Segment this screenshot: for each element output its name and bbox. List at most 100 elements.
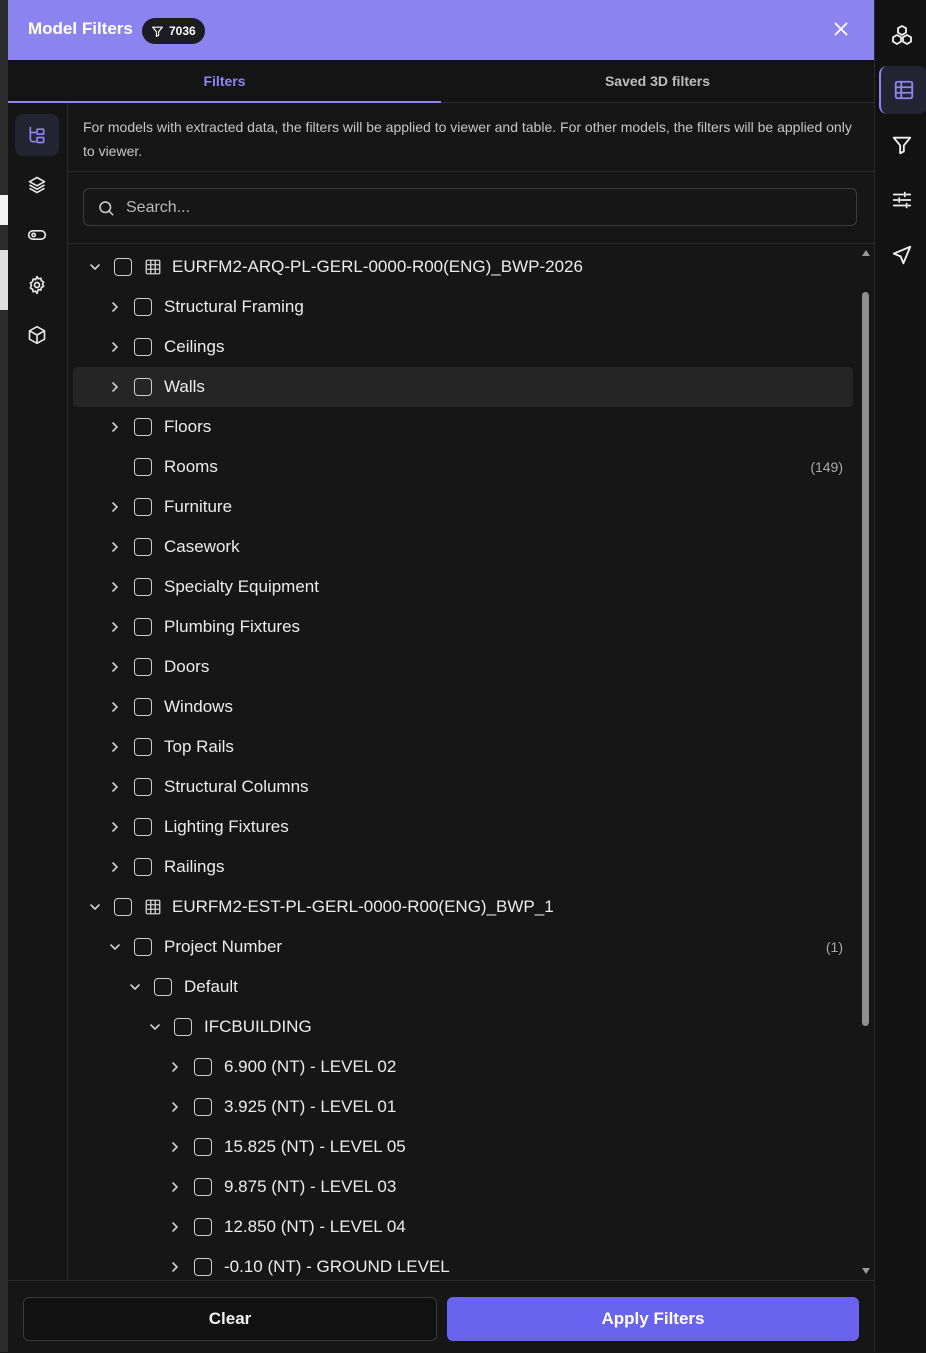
tree-row[interactable]: Railings <box>73 847 853 887</box>
row-checkbox[interactable] <box>134 338 152 356</box>
expand-toggle[interactable] <box>168 1260 182 1274</box>
expand-toggle[interactable] <box>108 300 122 314</box>
scrollbar-thumb[interactable] <box>862 292 869 1026</box>
row-checkbox[interactable] <box>134 618 152 636</box>
tree-row[interactable]: Walls <box>73 367 853 407</box>
close-button[interactable] <box>830 18 852 40</box>
row-checkbox[interactable] <box>134 858 152 876</box>
tree-row[interactable]: Structural Columns <box>73 767 853 807</box>
expand-toggle[interactable] <box>108 620 122 634</box>
tree-row[interactable]: Ceilings <box>73 327 853 367</box>
toolbar-table-button[interactable] <box>879 66 926 114</box>
tree-row[interactable]: Structural Framing <box>73 287 853 327</box>
expand-toggle[interactable] <box>108 580 122 594</box>
expand-toggle[interactable] <box>148 1020 162 1034</box>
row-checkbox[interactable] <box>194 1178 212 1196</box>
scroll-down-arrow-icon[interactable] <box>862 1268 870 1274</box>
search-input[interactable] <box>124 189 848 227</box>
rail-toggle-button[interactable] <box>15 214 59 256</box>
tree-row[interactable]: IFCBUILDING <box>73 1007 853 1047</box>
expand-toggle[interactable] <box>108 380 122 394</box>
expand-toggle[interactable] <box>108 340 122 354</box>
tree-row[interactable]: 6.900 (NT) - LEVEL 02 <box>73 1047 853 1087</box>
tree-scrollbar[interactable] <box>858 244 874 1280</box>
row-checkbox[interactable] <box>134 818 152 836</box>
tree-row[interactable]: 15.825 (NT) - LEVEL 05 <box>73 1127 853 1167</box>
tree-row[interactable]: Specialty Equipment <box>73 567 853 607</box>
expand-toggle[interactable] <box>88 260 102 274</box>
rail-cube-button[interactable] <box>15 314 59 356</box>
scroll-up-arrow-icon[interactable] <box>862 250 870 256</box>
tree-row[interactable]: 12.850 (NT) - LEVEL 04 <box>73 1207 853 1247</box>
row-checkbox[interactable] <box>194 1058 212 1076</box>
expand-toggle[interactable] <box>108 540 122 554</box>
expand-toggle[interactable] <box>108 700 122 714</box>
tree-row[interactable]: Plumbing Fixtures <box>73 607 853 647</box>
tree-row[interactable]: Doors <box>73 647 853 687</box>
expand-toggle[interactable] <box>168 1060 182 1074</box>
row-checkbox[interactable] <box>194 1218 212 1236</box>
expand-toggle[interactable] <box>108 820 122 834</box>
row-checkbox[interactable] <box>134 298 152 316</box>
expand-toggle[interactable] <box>168 1220 182 1234</box>
tree-row[interactable]: EURFM2-EST-PL-GERL-0000-R00(ENG)_BWP_1 <box>73 887 853 927</box>
expand-toggle[interactable] <box>108 500 122 514</box>
row-checkbox[interactable] <box>134 538 152 556</box>
row-checkbox[interactable] <box>194 1138 212 1156</box>
toolbar-models-button[interactable] <box>879 12 925 60</box>
toolbar-adjustments-button[interactable] <box>879 176 925 224</box>
row-checkbox[interactable] <box>134 458 152 476</box>
row-checkbox[interactable] <box>154 978 172 996</box>
filter-count: 7036 <box>169 24 196 38</box>
expand-toggle[interactable] <box>108 860 122 874</box>
rail-settings-button[interactable] <box>15 264 59 306</box>
expand-toggle[interactable] <box>168 1140 182 1154</box>
expand-toggle[interactable] <box>108 940 122 954</box>
tab-saved-3d-filters[interactable]: Saved 3D filters <box>441 60 874 102</box>
tree-row[interactable]: Casework <box>73 527 853 567</box>
toolbar-filter-button[interactable] <box>879 121 925 169</box>
row-checkbox[interactable] <box>134 778 152 796</box>
tree-row[interactable]: Rooms (149) <box>73 447 853 487</box>
tree-row[interactable]: Lighting Fixtures <box>73 807 853 847</box>
tree-row[interactable]: 3.925 (NT) - LEVEL 01 <box>73 1087 853 1127</box>
expand-toggle[interactable] <box>108 780 122 794</box>
chevron-right-icon <box>112 862 118 872</box>
expand-toggle[interactable] <box>168 1180 182 1194</box>
clear-button[interactable]: Clear <box>23 1297 437 1341</box>
expand-toggle[interactable] <box>128 980 142 994</box>
tab-filters[interactable]: Filters <box>8 60 441 103</box>
row-checkbox[interactable] <box>134 658 152 676</box>
rail-model-tree-button[interactable] <box>15 114 59 156</box>
row-checkbox[interactable] <box>174 1018 192 1036</box>
row-checkbox[interactable] <box>134 418 152 436</box>
tree-row[interactable]: EURFM2-ARQ-PL-GERL-0000-R00(ENG)_BWP-202… <box>73 247 853 287</box>
row-checkbox[interactable] <box>134 378 152 396</box>
toolbar-navigate-button[interactable] <box>879 231 925 279</box>
rail-layers-button[interactable] <box>15 164 59 206</box>
tree-row[interactable]: Top Rails <box>73 727 853 767</box>
tree-row[interactable]: Floors <box>73 407 853 447</box>
tree-row-label: -0.10 (NT) - GROUND LEVEL <box>224 1257 450 1276</box>
tree-row[interactable]: Default <box>73 967 853 1007</box>
row-checkbox[interactable] <box>194 1098 212 1116</box>
expand-toggle[interactable] <box>108 660 122 674</box>
expand-toggle[interactable] <box>168 1100 182 1114</box>
row-checkbox[interactable] <box>134 578 152 596</box>
row-checkbox[interactable] <box>194 1258 212 1276</box>
row-checkbox[interactable] <box>134 738 152 756</box>
row-checkbox[interactable] <box>114 898 132 916</box>
expand-toggle[interactable] <box>108 420 122 434</box>
row-checkbox[interactable] <box>134 498 152 516</box>
row-checkbox[interactable] <box>134 698 152 716</box>
tree-row[interactable]: Windows <box>73 687 853 727</box>
expand-toggle[interactable] <box>88 900 102 914</box>
row-checkbox[interactable] <box>114 258 132 276</box>
apply-filters-button[interactable]: Apply Filters <box>447 1297 859 1341</box>
expand-toggle[interactable] <box>108 740 122 754</box>
tree-row[interactable]: 9.875 (NT) - LEVEL 03 <box>73 1167 853 1207</box>
tree-row[interactable]: Furniture <box>73 487 853 527</box>
row-checkbox[interactable] <box>134 938 152 956</box>
tree-row[interactable]: Project Number (1) <box>73 927 853 967</box>
tree-row[interactable]: -0.10 (NT) - GROUND LEVEL <box>73 1247 853 1280</box>
